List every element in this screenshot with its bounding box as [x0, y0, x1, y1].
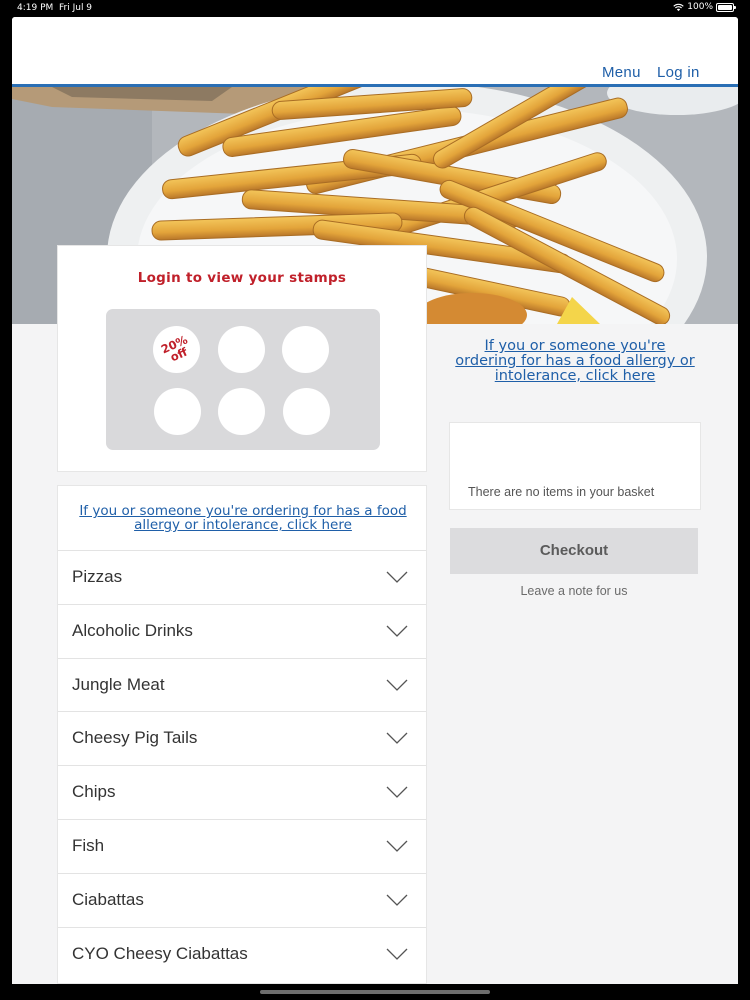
category-list: Pizzas Alcoholic Drinks Jungle Meat Chee… — [58, 550, 426, 980]
chevron-down-icon — [386, 894, 408, 906]
stamp-slot-discount: 20% off — [153, 326, 200, 373]
chevron-down-icon — [386, 732, 408, 745]
battery-percent: 100% — [687, 2, 713, 12]
category-row-ciabattas[interactable]: Ciabattas — [58, 872, 426, 927]
discount-badge: 20% off — [145, 318, 207, 380]
category-label: Chips — [72, 782, 116, 802]
basket-panel: There are no items in your basket — [449, 422, 701, 510]
category-row-alcoholic-drinks[interactable]: Alcoholic Drinks — [58, 603, 426, 658]
category-row-pizzas[interactable]: Pizzas — [58, 550, 426, 604]
category-label: Alcoholic Drinks — [72, 620, 193, 640]
allergy-link-sidebar[interactable]: If you or someone you're ordering for ha… — [452, 339, 698, 384]
category-label: Cheesy Pig Tails — [72, 728, 198, 748]
stamp-login-prompt[interactable]: Login to view your stamps — [58, 270, 426, 286]
checkout-button[interactable]: Checkout — [450, 528, 698, 574]
menu-link[interactable]: Menu — [602, 64, 641, 81]
site-header: Menu Log in — [12, 17, 738, 87]
category-row-cyo-cheesy-ciabattas[interactable]: CYO Cheesy Ciabattas — [58, 926, 426, 981]
login-link[interactable]: Log in — [657, 64, 700, 81]
stamp-slot — [282, 326, 329, 373]
category-row-jungle-meat[interactable]: Jungle Meat — [58, 657, 426, 712]
chevron-down-icon — [386, 948, 408, 960]
category-label: Fish — [72, 835, 105, 855]
app-window: Menu Log in Login to view your stamps 20… — [12, 17, 738, 984]
home-indicator[interactable] — [260, 990, 490, 994]
status-date: Fri Jul 9 — [59, 3, 93, 13]
stamp-slot — [218, 388, 265, 435]
status-indicators: 100% — [673, 2, 736, 12]
chevron-down-icon — [386, 786, 408, 799]
stamp-slot — [154, 388, 201, 435]
category-label: Jungle Meat — [72, 674, 165, 694]
stamp-board: 20% off — [106, 309, 380, 450]
chevron-down-icon — [386, 840, 408, 852]
stamp-card: Login to view your stamps 20% off — [57, 245, 427, 472]
category-row-fish[interactable]: Fish — [58, 818, 426, 873]
category-label: CYO Cheesy Ciabattas — [72, 943, 248, 963]
leave-note-link[interactable]: Leave a note for us — [450, 584, 698, 598]
menu-panel: If you or someone you're ordering for ha… — [57, 485, 427, 984]
category-row-chips[interactable]: Chips — [58, 765, 426, 819]
category-label: Pizzas — [72, 567, 123, 586]
category-label: Ciabattas — [72, 889, 144, 909]
stamp-slot — [218, 326, 265, 373]
chevron-down-icon — [386, 679, 408, 691]
stamp-slot — [283, 388, 330, 435]
battery-icon — [716, 2, 736, 12]
wifi-icon — [673, 3, 684, 11]
category-row-cheesy-pig-tails[interactable]: Cheesy Pig Tails — [58, 711, 426, 765]
basket-empty-message: There are no items in your basket — [468, 485, 655, 499]
status-time: 4:19 PM — [17, 3, 54, 13]
status-bar: 4:19 PM Fri Jul 9 100% — [0, 0, 750, 17]
chevron-down-icon — [386, 571, 408, 583]
allergy-link-menu[interactable]: If you or someone you're ordering for ha… — [78, 504, 408, 532]
chevron-down-icon — [386, 625, 408, 637]
